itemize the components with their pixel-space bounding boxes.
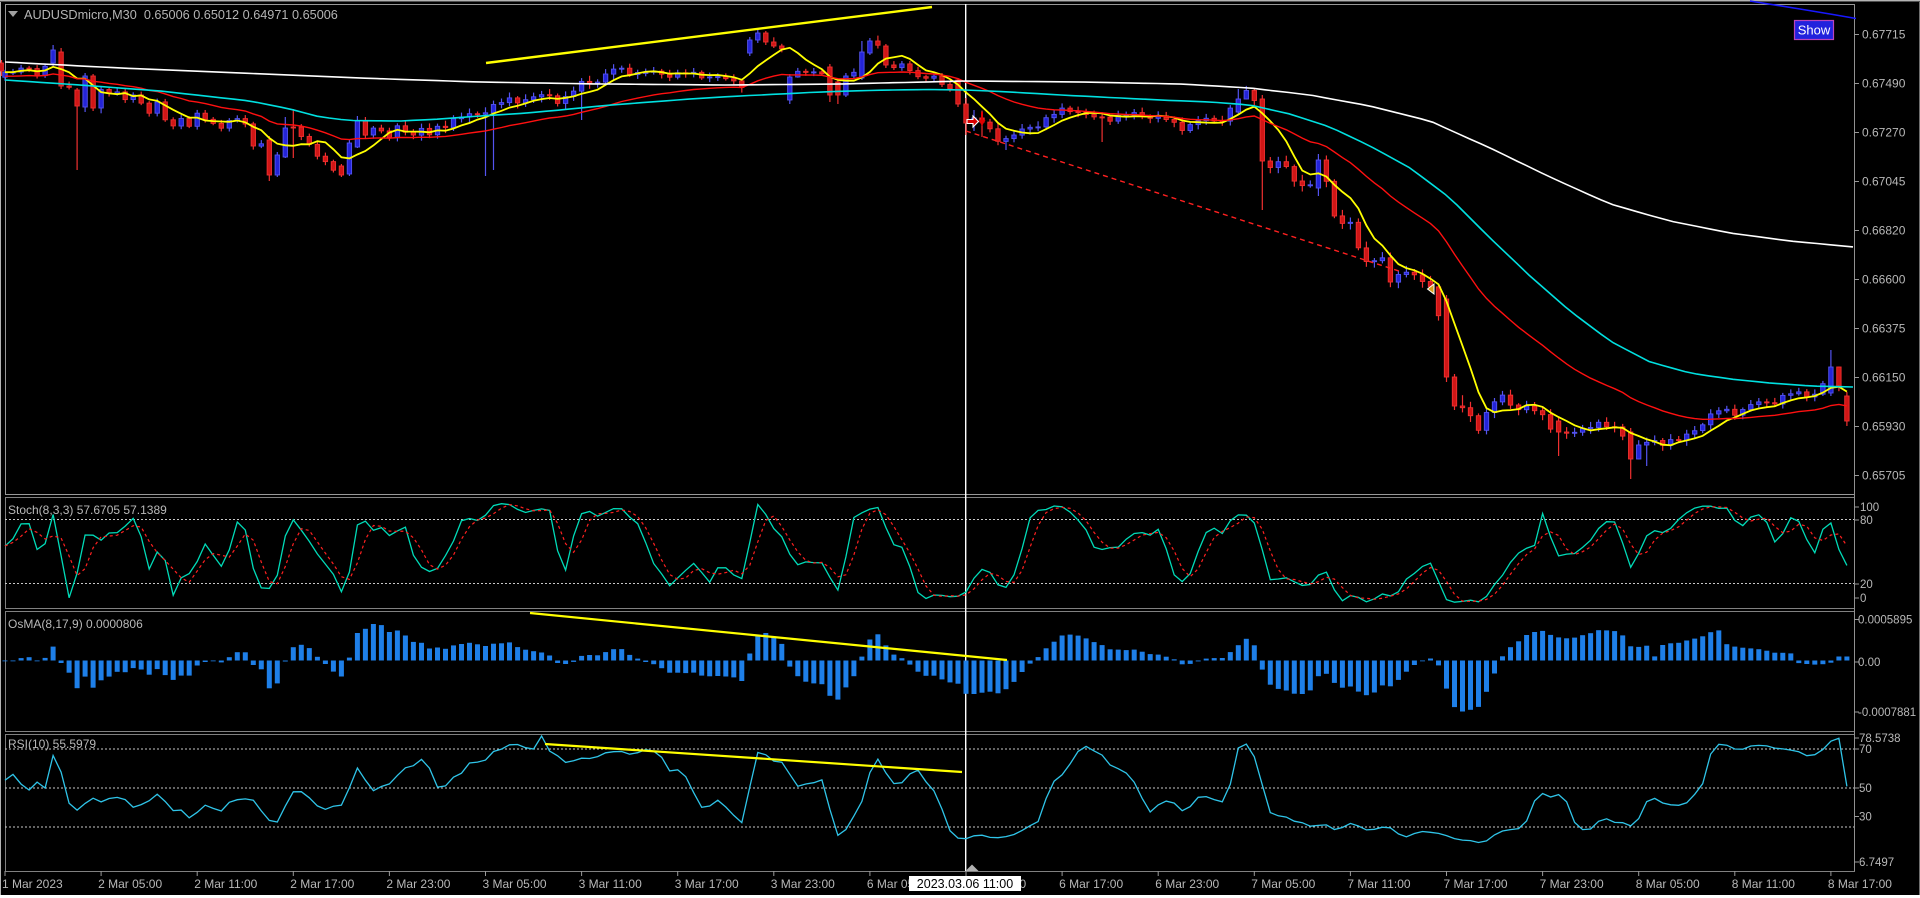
svg-text:Show: Show — [1798, 23, 1831, 38]
svg-text:100: 100 — [1860, 502, 1879, 514]
svg-text:3 Mar 17:00: 3 Mar 17:00 — [675, 877, 739, 891]
svg-text:3 Mar 11:00: 3 Mar 11:00 — [579, 877, 642, 891]
svg-text:3 Mar 23:00: 3 Mar 23:00 — [771, 877, 835, 891]
svg-text:7 Mar 11:00: 7 Mar 11:00 — [1347, 877, 1410, 891]
svg-text:70: 70 — [1859, 744, 1872, 756]
svg-text:0.66150: 0.66150 — [1862, 371, 1906, 385]
svg-text:2 Mar 11:00: 2 Mar 11:00 — [194, 877, 257, 891]
svg-text:0.67490: 0.67490 — [1862, 77, 1906, 91]
svg-text:2 Mar 23:00: 2 Mar 23:00 — [386, 877, 450, 891]
svg-text:7 Mar 05:00: 7 Mar 05:00 — [1251, 877, 1315, 891]
svg-text:0.65705: 0.65705 — [1862, 469, 1906, 483]
svg-text:20: 20 — [1860, 579, 1873, 591]
svg-text:0.65930: 0.65930 — [1862, 420, 1906, 434]
svg-text:7 Mar 23:00: 7 Mar 23:00 — [1540, 877, 1604, 891]
svg-text:1 Mar 2023: 1 Mar 2023 — [2, 877, 63, 891]
svg-text:6 Mar 17:00: 6 Mar 17:00 — [1059, 877, 1123, 891]
svg-text:6 Mar 23:00: 6 Mar 23:00 — [1155, 877, 1219, 891]
svg-text:AUDUSDmicro,M30 0.65006 0.650: AUDUSDmicro,M30 0.65006 0.65012 0.64971 … — [24, 8, 338, 22]
svg-text:3 Mar 05:00: 3 Mar 05:00 — [483, 877, 547, 891]
svg-text:8 Mar 17:00: 8 Mar 17:00 — [1828, 877, 1892, 891]
svg-text:2 Mar 17:00: 2 Mar 17:00 — [290, 877, 354, 891]
svg-text:Stoch(8,3,3) 57.6705 57.1389: Stoch(8,3,3) 57.6705 57.1389 — [8, 503, 167, 517]
svg-text:0.00: 0.00 — [1858, 657, 1880, 669]
svg-text:7 Mar 17:00: 7 Mar 17:00 — [1444, 877, 1508, 891]
svg-text:0.0005895: 0.0005895 — [1858, 615, 1912, 627]
svg-text:8 Mar 11:00: 8 Mar 11:00 — [1732, 877, 1795, 891]
svg-text:RSI(10) 55.5979: RSI(10) 55.5979 — [8, 737, 96, 751]
svg-text:0.66820: 0.66820 — [1862, 224, 1906, 238]
svg-text:80: 80 — [1860, 515, 1873, 527]
svg-text:0: 0 — [1860, 593, 1866, 605]
svg-text:0.66375: 0.66375 — [1862, 322, 1906, 336]
svg-text:30: 30 — [1859, 812, 1872, 824]
svg-text:-0.0007881: -0.0007881 — [1858, 707, 1916, 719]
svg-text:0.66600: 0.66600 — [1862, 273, 1906, 287]
svg-text:6.7497: 6.7497 — [1859, 857, 1894, 869]
svg-text:0.67715: 0.67715 — [1862, 28, 1906, 42]
svg-text:2023.03.06 11:00: 2023.03.06 11:00 — [917, 877, 1013, 891]
svg-text:8 Mar 05:00: 8 Mar 05:00 — [1636, 877, 1700, 891]
svg-text:OsMA(8,17,9) 0.0000806: OsMA(8,17,9) 0.0000806 — [8, 617, 143, 631]
svg-text:50: 50 — [1859, 783, 1872, 795]
svg-text:0.67270: 0.67270 — [1862, 126, 1906, 140]
svg-text:0.67045: 0.67045 — [1862, 175, 1906, 189]
svg-text:2 Mar 05:00: 2 Mar 05:00 — [98, 877, 162, 891]
